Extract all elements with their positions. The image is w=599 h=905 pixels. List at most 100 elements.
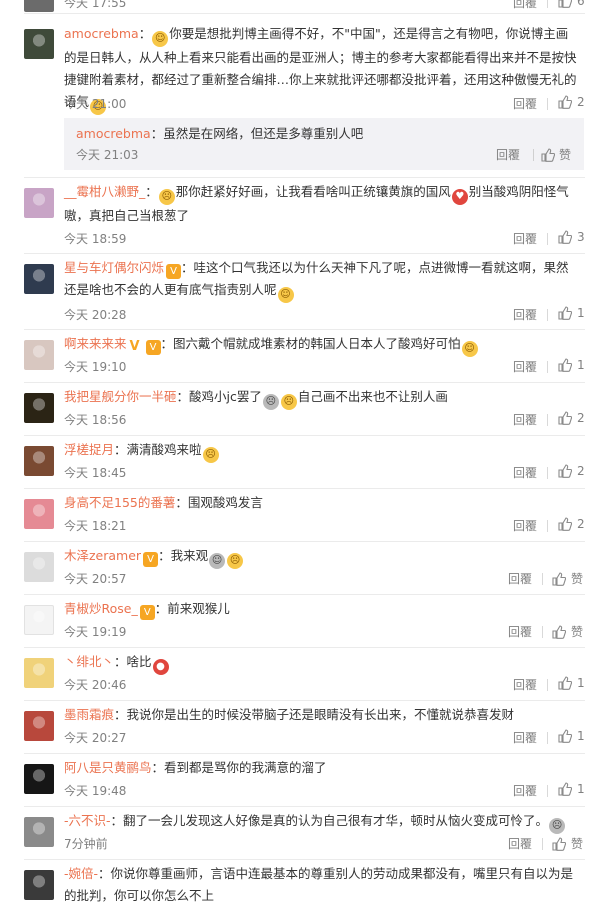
username-link[interactable]: __霉柑八濑野_ [64, 184, 145, 199]
divider [547, 233, 548, 245]
thumbs-up-icon [558, 306, 573, 320]
username-link[interactable]: 木泽zeramer [64, 548, 141, 563]
thumbs-up-icon [558, 517, 573, 531]
divider [547, 0, 548, 8]
like-count: 6 [577, 0, 585, 8]
divider [542, 626, 543, 638]
reply-button[interactable]: 回覆 [513, 358, 537, 375]
like-button[interactable]: 赞 [552, 835, 583, 852]
like-button[interactable]: 2 [558, 95, 585, 109]
thumbs-up-icon [558, 676, 573, 690]
reply-button[interactable]: 回覆 [513, 517, 537, 534]
like-button[interactable]: 1 [558, 306, 585, 320]
thumbs-up-icon [558, 782, 573, 796]
like-button[interactable]: 2 [558, 517, 585, 531]
reply-button[interactable]: 回覆 [513, 782, 537, 799]
like-button[interactable]: 1 [558, 782, 585, 796]
reply-button[interactable]: 回覆 [508, 835, 532, 852]
username-link[interactable]: 我把星舰分你一半砸 [64, 389, 177, 404]
like-label: 赞 [571, 837, 584, 851]
divider [547, 520, 548, 532]
comment-item: 浮槎捉月：满清酸鸡来啦 ☹ 今天 18:45 回覆 2 [0, 435, 599, 488]
avatar[interactable] [24, 264, 54, 294]
like-count: 1 [577, 358, 585, 372]
avatar[interactable] [24, 658, 54, 688]
reply-button[interactable]: 回覆 [513, 306, 537, 323]
like-button[interactable]: 1 [558, 729, 585, 743]
username-link[interactable]: 身高不足155的番薯 [64, 495, 175, 510]
username-link[interactable]: -婉倍- [64, 866, 98, 881]
reply-button[interactable]: 回覆 [508, 623, 532, 640]
divider [547, 414, 548, 426]
thumbs-up-icon [558, 729, 573, 743]
username-link[interactable]: 丶绯北丶 [64, 654, 114, 669]
like-button[interactable]: 1 [558, 676, 585, 690]
emoji-icon: ☹ [262, 394, 279, 410]
thumbs-up-icon [558, 230, 573, 244]
reply-button[interactable]: 回覆 [513, 230, 537, 247]
reply-button[interactable]: 回覆 [513, 95, 537, 112]
avatar[interactable] [24, 0, 54, 12]
reply-button[interactable]: 回覆 [513, 729, 537, 746]
username-link[interactable]: 星与车灯偶尔闪烁 [64, 260, 164, 275]
comment-time: 今天 19:10 [64, 360, 127, 374]
avatar[interactable] [24, 605, 54, 635]
reply-button[interactable]: 回覆 [513, 0, 537, 11]
comment-item: amocrebma： ☺ 你要是想批判博主画得不好，不"中国"，还是得言之有物吧，你… [0, 13, 599, 183]
comment-body: ：你说你尊重画师，言语中连最基本的尊重别人的劳动成果都没有，嘴里只有自以为是的批… [64, 866, 574, 903]
comment-item: 丶绯北丶：啥比 ● 今天 20:46 回覆 1 [0, 647, 599, 700]
username-link[interactable]: amocrebma [64, 26, 139, 41]
comment-body: ：翻了一会儿发现这人好像是真的认为自己很有才华，顿时从恼火变成可怜了。 [110, 813, 549, 828]
comment-text: 我把星舰分你一半砸：酸鸡小jc罢了 ☹ ☹ 自己画不出来也不让别人画 [64, 386, 579, 410]
comment-text: 青椒炒Rose_ V ：前来观猴儿 [64, 598, 579, 620]
comment-body-2: 自己画不出来也不让别人画 [297, 389, 448, 404]
like-button[interactable]: 赞 [552, 623, 583, 640]
divider [533, 149, 534, 161]
avatar[interactable] [24, 29, 54, 59]
reply-button[interactable]: 回覆 [496, 146, 520, 163]
avatar[interactable] [24, 870, 54, 900]
comment-text: 浮槎捉月：满清酸鸡来啦 ☹ [64, 439, 579, 463]
comment-text: 星与车灯偶尔闪烁 V ：哇这个口气我还以为什么天神下凡了呢，点进微博一看就这啊，果然… [64, 257, 579, 303]
username-link[interactable]: 墨雨霜痕 [64, 707, 114, 722]
reply-button[interactable]: 回覆 [513, 411, 537, 428]
avatar[interactable] [24, 393, 54, 423]
username-link[interactable]: 浮槎捉月 [64, 442, 114, 457]
username-link[interactable]: 青椒炒Rose_ [64, 601, 138, 616]
reply-button[interactable]: 回覆 [513, 464, 537, 481]
avatar[interactable] [24, 552, 54, 582]
avatar[interactable] [24, 711, 54, 741]
like-count: 1 [577, 306, 585, 320]
like-count: 1 [577, 729, 585, 743]
username-link[interactable]: -六不识- [64, 813, 111, 828]
like-button[interactable]: 6 [558, 0, 585, 8]
reply-button[interactable]: 回覆 [513, 676, 537, 693]
thumbs-up-icon [552, 837, 567, 851]
like-button[interactable]: 赞 [541, 146, 571, 163]
avatar[interactable] [24, 188, 54, 218]
divider [542, 573, 543, 585]
like-label: 赞 [571, 625, 584, 639]
sub-reply-time: 今天 21:03 [76, 148, 139, 162]
like-count: 2 [577, 464, 585, 478]
reply-button[interactable]: 回覆 [508, 570, 532, 587]
avatar[interactable] [24, 446, 54, 476]
avatar[interactable] [24, 499, 54, 529]
comment-text: -六不识-：翻了一会儿发现这人好像是真的认为自己很有才华，顿时从恼火变成可怜了。… [64, 810, 579, 834]
like-button[interactable]: 3 [558, 230, 585, 244]
avatar[interactable] [24, 817, 54, 847]
like-button[interactable]: 赞 [552, 570, 583, 587]
like-button[interactable]: 2 [558, 464, 585, 478]
comment-text: 木泽zeramer V ：我来观 ☺ ☹ [64, 545, 579, 569]
username-link[interactable]: 阿八是只黄鹂鸟 [64, 760, 152, 775]
divider [542, 838, 543, 850]
emoji-icon: ☺ [277, 287, 294, 303]
comment-body: ：图六戴个帽就成堆素材的韩国人日本人了酸鸡好可怕 [160, 336, 461, 351]
like-button[interactable]: 2 [558, 411, 585, 425]
avatar[interactable] [24, 764, 54, 794]
username-link[interactable]: amocrebma [76, 126, 151, 141]
username-link[interactable]: 啊来来来来 [64, 336, 127, 351]
like-button[interactable]: 1 [558, 358, 585, 372]
comment-text: -婉倍-：你说你尊重画师，言语中连最基本的尊重别人的劳动成果都没有，嘴里只有自以… [64, 863, 579, 905]
avatar[interactable] [24, 340, 54, 370]
